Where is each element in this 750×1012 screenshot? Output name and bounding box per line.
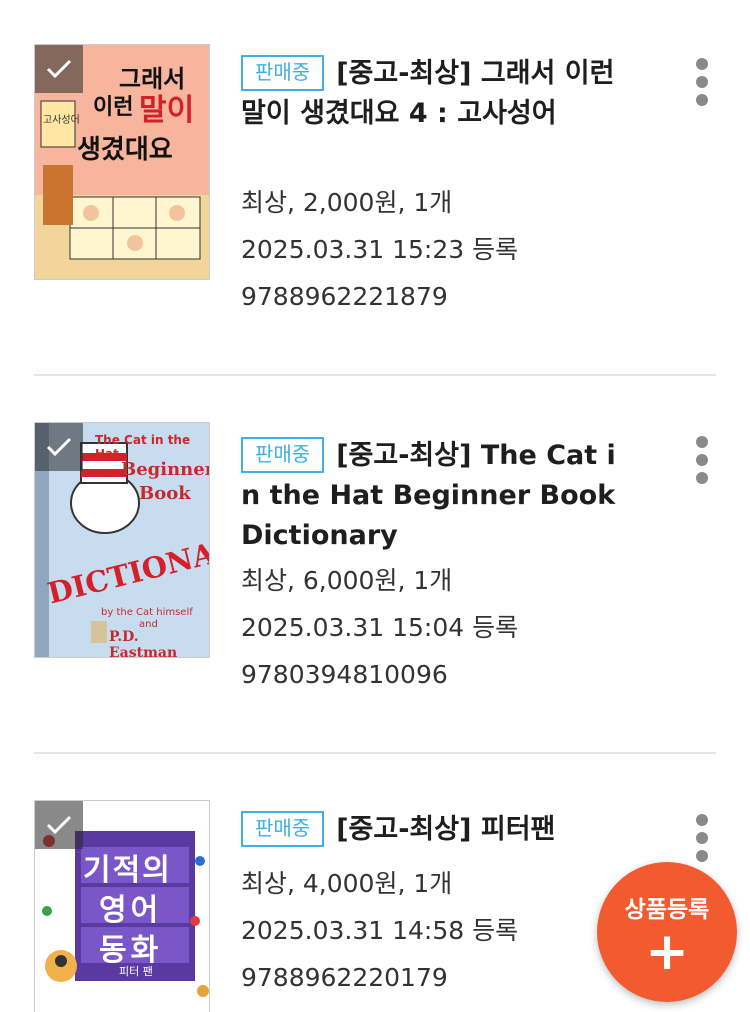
listing-summary: 최상, 6,000원, 1개 [241, 566, 453, 595]
listing-title-block[interactable]: 판매중 [중고-최상] 그래서 이런 말이 생겼대요 4 : 고사성어 [241, 54, 631, 134]
more-options-icon[interactable] [690, 58, 714, 106]
listing-title-text: [중고-최상] 피터팬 [336, 814, 556, 845]
select-checkbox[interactable] [35, 45, 83, 93]
plus-icon: + [645, 922, 689, 982]
cover-title-line-4: 생겼대요 [77, 135, 173, 165]
checkmark-icon [46, 59, 72, 79]
cover-author: P.D. Eastman [109, 629, 178, 658]
listing-summary: 최상, 4,000원, 1개 [241, 869, 453, 898]
cover-beginner-word: Beginner [121, 459, 210, 480]
listing-title: 판매중 [중고-최상] 피터팬 [241, 810, 631, 850]
status-badge: 판매중 [241, 437, 325, 473]
register-product-label: 상품등록 [624, 897, 710, 923]
listing-registered-date: 2025.03.31 15:23 등록 [241, 235, 519, 264]
status-badge: 판매중 [241, 55, 325, 91]
listing-isbn: 9788962221879 [241, 282, 448, 311]
listing-isbn: 9780394810096 [241, 660, 448, 689]
listing-summary: 최상, 2,000원, 1개 [241, 188, 453, 217]
cover-top-line: The Cat in the Hat [95, 433, 191, 461]
listing-registered-date: 2025.03.31 15:04 등록 [241, 613, 519, 642]
listing-title-block[interactable]: 판매중 [중고-최상] The Cat in the Hat Beginner B… [241, 436, 631, 556]
cover-title-line-2: 영어 [99, 893, 163, 928]
checkmark-icon [46, 437, 72, 457]
divider [34, 752, 716, 754]
cover-subtitle: 피터 팬 [119, 965, 153, 978]
listing-registered-date: 2025.03.31 14:58 등록 [241, 916, 519, 945]
select-checkbox[interactable] [35, 801, 83, 849]
cover-book-word: Book [139, 483, 191, 504]
book-cover-thumbnail[interactable]: 그래서 이런 말이 생겼대요 고사성어 [34, 44, 210, 280]
select-checkbox[interactable] [35, 423, 83, 471]
listing-title: 판매중 [중고-최상] The Cat in the Hat Beginner B… [241, 436, 631, 556]
book-cover-thumbnail[interactable]: 기적의 영어 동화 피터 팬 [34, 800, 210, 1012]
divider [34, 374, 716, 376]
more-options-icon[interactable] [690, 436, 714, 484]
listing-isbn: 9788962220179 [241, 963, 448, 992]
cover-title-line-2: 이런 [93, 95, 134, 120]
cover-title-line-1: 기적의 [83, 853, 172, 888]
cover-title-line-3: 말이 [139, 93, 195, 128]
listing-title-block[interactable]: 판매중 [중고-최상] 피터팬 [241, 810, 631, 850]
status-badge: 판매중 [241, 811, 325, 847]
cover-label: 고사성어 [43, 115, 80, 126]
listing-title: 판매중 [중고-최상] 그래서 이런 말이 생겼대요 4 : 고사성어 [241, 54, 631, 134]
cover-byline: by the Cat himself [101, 607, 193, 618]
more-options-icon[interactable] [690, 814, 714, 862]
register-product-button[interactable]: 상품등록 + [597, 862, 737, 1002]
book-cover-thumbnail[interactable]: The Cat in the Hat Beginner Book DICTION… [34, 422, 210, 658]
checkmark-icon [46, 815, 72, 835]
